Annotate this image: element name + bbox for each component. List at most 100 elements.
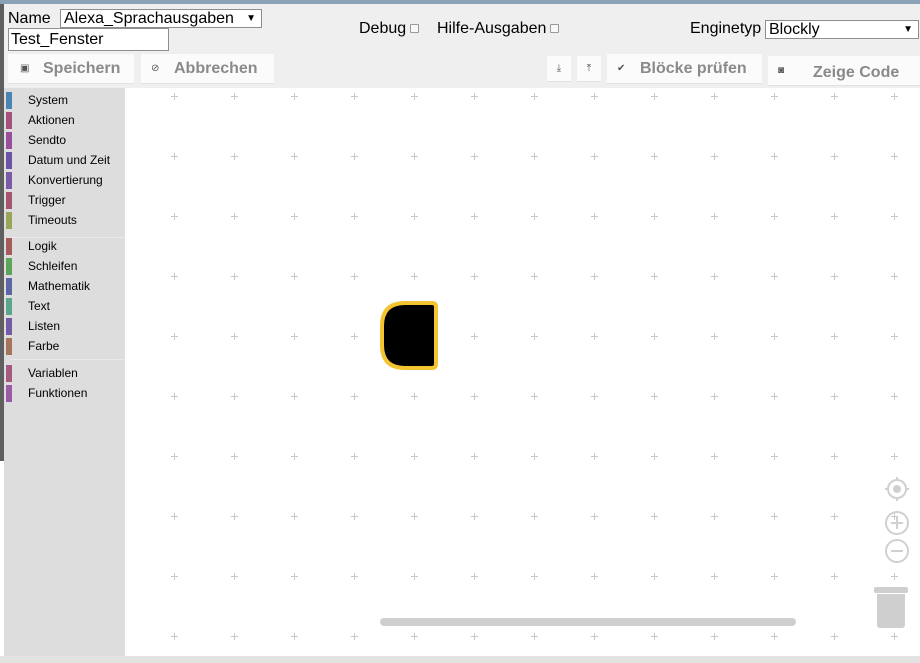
- grid-plus-icon: [531, 573, 538, 580]
- category-color-bar: [6, 132, 12, 149]
- toolbox-category-label: Schleifen: [28, 259, 78, 273]
- toolbox-separator: [10, 359, 125, 360]
- grid-plus-icon: [171, 333, 178, 340]
- grid-plus-icon: [831, 453, 838, 460]
- grid-plus-icon: [291, 633, 298, 640]
- recenter-icon[interactable]: [885, 477, 909, 501]
- toolbox-category[interactable]: Logik: [6, 237, 125, 256]
- toolbox-category[interactable]: Text: [6, 297, 125, 316]
- grid-plus-icon: [171, 453, 178, 460]
- grid-plus-icon: [231, 93, 238, 100]
- grid-plus-icon: [891, 273, 898, 280]
- download-icon: ⤓: [556, 63, 562, 74]
- check-blocks-button[interactable]: ✔ Blöcke prüfen: [607, 54, 762, 84]
- cancel-button[interactable]: ⊘ Abbrechen: [141, 54, 274, 84]
- grid-plus-icon: [471, 213, 478, 220]
- debug-checkbox[interactable]: [410, 24, 419, 33]
- toolbox-category[interactable]: Funktionen: [6, 384, 125, 403]
- category-color-bar: [6, 365, 12, 382]
- grid-plus-icon: [531, 93, 538, 100]
- script-select[interactable]: Alexa_Sprachausgaben ▼: [60, 9, 262, 28]
- toolbox-category[interactable]: Schleifen: [6, 257, 125, 276]
- grid-plus-icon: [591, 93, 598, 100]
- grid-plus-icon: [471, 393, 478, 400]
- category-color-bar: [6, 112, 12, 129]
- grid-plus-icon: [831, 513, 838, 520]
- grid-plus-icon: [591, 573, 598, 580]
- grid-plus-icon: [891, 153, 898, 160]
- category-color-bar: [6, 338, 12, 355]
- category-color-bar: [6, 318, 12, 335]
- grid-plus-icon: [591, 333, 598, 340]
- zoom-out-icon[interactable]: [885, 539, 909, 563]
- show-code-button[interactable]: ◙ Zeige Code: [768, 56, 920, 86]
- toolbox-category[interactable]: System: [6, 91, 125, 110]
- toolbox-category[interactable]: Aktionen: [6, 111, 125, 130]
- grid-plus-icon: [711, 273, 718, 280]
- grid-plus-icon: [771, 393, 778, 400]
- trash-icon[interactable]: [877, 594, 905, 628]
- toolbox-category[interactable]: Listen: [6, 317, 125, 336]
- toolbox-category[interactable]: Trigger: [6, 191, 125, 210]
- toolbox-category[interactable]: Sendto: [6, 131, 125, 150]
- help-output-checkbox[interactable]: [550, 24, 559, 33]
- grid-plus-icon: [411, 573, 418, 580]
- category-color-bar: [6, 192, 12, 209]
- category-color-bar: [6, 258, 12, 275]
- grid-plus-icon: [891, 393, 898, 400]
- code-icon: ◙: [778, 65, 785, 76]
- save-button[interactable]: ▣ Speichern: [8, 54, 134, 84]
- grid-plus-icon: [771, 513, 778, 520]
- toolbox-category[interactable]: Mathematik: [6, 277, 125, 296]
- toolbox-category-label: Farbe: [28, 339, 60, 353]
- toolbox-category-label: Funktionen: [28, 386, 88, 400]
- grid-plus-icon: [531, 633, 538, 640]
- event-block[interactable]: [380, 301, 438, 370]
- horizontal-scrollbar[interactable]: [380, 618, 796, 626]
- toolbox-category[interactable]: Konvertierung: [6, 171, 125, 190]
- grid-plus-icon: [831, 213, 838, 220]
- toolbox-category[interactable]: Timeouts: [6, 211, 125, 230]
- grid-plus-icon: [471, 153, 478, 160]
- toolbox-category[interactable]: Farbe: [6, 337, 125, 356]
- grid-plus-icon: [711, 513, 718, 520]
- toolbox-category[interactable]: Datum und Zeit: [6, 151, 125, 170]
- grid-plus-icon: [591, 393, 598, 400]
- grid-plus-icon: [351, 573, 358, 580]
- export-button[interactable]: ⤓: [547, 56, 571, 82]
- grid-plus-icon: [651, 333, 658, 340]
- grid-plus-icon: [531, 333, 538, 340]
- grid-plus-icon: [891, 453, 898, 460]
- zoom-in-icon[interactable]: [885, 511, 909, 535]
- grid-plus-icon: [231, 633, 238, 640]
- save-button-label: Speichern: [43, 60, 121, 77]
- grid-plus-icon: [771, 93, 778, 100]
- blockly-workspace[interactable]: [125, 88, 920, 656]
- grid-plus-icon: [831, 93, 838, 100]
- grid-plus-icon: [411, 393, 418, 400]
- grid-plus-icon: [651, 153, 658, 160]
- grid-plus-icon: [291, 393, 298, 400]
- grid-plus-icon: [891, 573, 898, 580]
- toolbox-category[interactable]: Variablen: [6, 364, 125, 383]
- grid-plus-icon: [351, 633, 358, 640]
- grid-plus-icon: [891, 333, 898, 340]
- grid-plus-icon: [771, 633, 778, 640]
- engine-type-select[interactable]: Blockly ▼: [765, 20, 919, 39]
- toolbox-category-label: Trigger: [28, 193, 66, 207]
- grid-plus-icon: [651, 393, 658, 400]
- import-button[interactable]: ⤒: [577, 56, 601, 82]
- trash-lid-icon[interactable]: [874, 587, 908, 593]
- category-color-bar: [6, 385, 12, 402]
- grid-plus-icon: [531, 213, 538, 220]
- dropdown-arrow-icon: ▼: [246, 13, 256, 24]
- grid-plus-icon: [231, 573, 238, 580]
- grid-plus-icon: [711, 213, 718, 220]
- grid-plus-icon: [231, 453, 238, 460]
- grid-plus-icon: [591, 273, 598, 280]
- grid-plus-icon: [171, 213, 178, 220]
- checkmark-icon: ✔: [617, 63, 626, 74]
- grid-plus-icon: [171, 93, 178, 100]
- window-name-input[interactable]: Test_Fenster: [8, 28, 169, 51]
- debug-label: Debug: [359, 20, 407, 37]
